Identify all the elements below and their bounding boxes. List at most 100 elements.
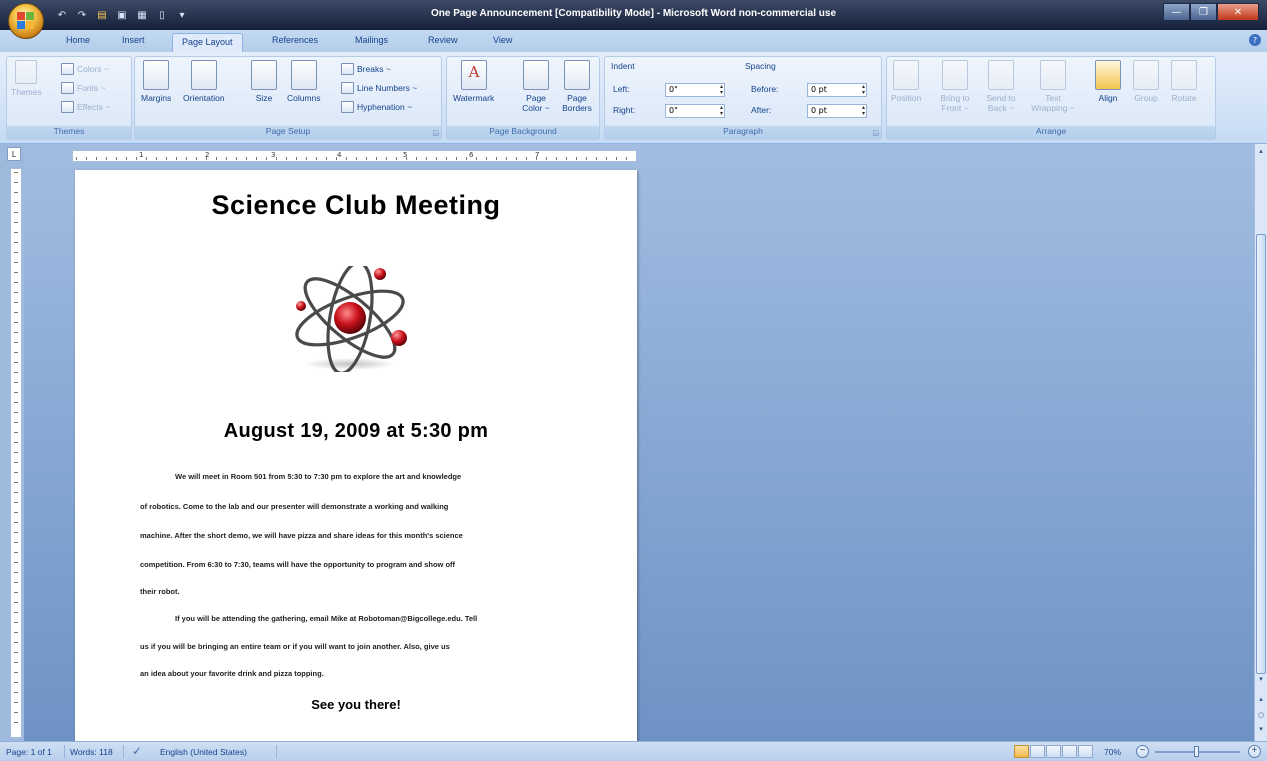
horizontal-ruler[interactable]: 1234567 (72, 150, 637, 162)
ruler-tick (14, 562, 18, 563)
rotate-button[interactable]: Rotate (1171, 60, 1197, 103)
web-layout-view-icon[interactable] (1046, 745, 1061, 758)
spacing-before-value: 0 pt (811, 85, 827, 94)
scrollbar-thumb[interactable] (1256, 234, 1266, 674)
ruler-tick (14, 552, 18, 553)
tab-references[interactable]: References (272, 35, 318, 45)
indent-left-spinner-icon[interactable]: ▴ ▾ (720, 84, 723, 96)
fonts-button[interactable]: Fonts ~ (61, 82, 106, 94)
ruler-tick (14, 172, 18, 173)
ruler-tick (326, 157, 327, 160)
minimize-button[interactable]: — (1163, 3, 1190, 21)
send-to-back-button[interactable]: Send to Back ~ (981, 60, 1021, 113)
ruler-tick (14, 422, 18, 423)
spacing-after-input[interactable]: 0 pt ▴ ▾ (807, 104, 867, 118)
margins-button[interactable]: Margins (141, 60, 171, 103)
zoom-in-button[interactable]: + (1248, 745, 1261, 758)
zoom-slider-thumb[interactable] (1194, 746, 1199, 757)
ruler-tick (516, 157, 517, 160)
spell-check-icon[interactable]: ✓ (132, 744, 142, 758)
print-layout-view-icon[interactable] (1014, 745, 1029, 758)
size-button[interactable]: Size (251, 60, 277, 103)
close-button[interactable]: ✕ (1217, 3, 1259, 21)
group-button[interactable]: Group (1133, 60, 1159, 103)
page-count[interactable]: Page: 1 of 1 (6, 747, 52, 757)
help-icon[interactable]: ? (1249, 34, 1261, 46)
ruler-tick (366, 157, 367, 160)
undo-icon[interactable]: ↶ (54, 7, 70, 23)
indent-right-value: 0" (669, 106, 678, 115)
scroll-down-icon[interactable]: ▾ (1256, 674, 1266, 684)
indent-right-input[interactable]: 0" ▴ ▾ (665, 104, 725, 118)
print-preview-icon[interactable]: ▣ (114, 7, 130, 23)
text-wrapping-button[interactable]: Text Wrapping ~ (1029, 60, 1077, 113)
spacing-after-spinner-icon[interactable]: ▴ ▾ (862, 105, 865, 117)
position-button[interactable]: Position (891, 60, 921, 103)
indent-right-spinner-icon[interactable]: ▴ ▾ (720, 105, 723, 117)
effects-button[interactable]: Effects ~ (61, 101, 110, 113)
draft-view-icon[interactable] (1078, 745, 1093, 758)
office-button[interactable] (8, 3, 44, 39)
vertical-ruler[interactable] (10, 168, 22, 738)
breaks-button[interactable]: Breaks ~ (341, 63, 391, 75)
rotate-label: Rotate (1171, 93, 1197, 103)
new-document-icon[interactable]: ▯ (154, 7, 170, 23)
status-separator (276, 745, 277, 758)
colors-icon (61, 63, 74, 75)
page-borders-button[interactable]: Page Borders (559, 60, 595, 113)
zoom-out-button[interactable]: − (1136, 745, 1149, 758)
page-color-button[interactable]: Page Color ~ (519, 60, 553, 113)
vertical-scrollbar[interactable]: ▴ ▾ ▴ ○ ▾ (1254, 144, 1267, 741)
watermark-button[interactable]: A Watermark (453, 60, 494, 103)
tab-view[interactable]: View (493, 35, 512, 45)
outline-view-icon[interactable] (1062, 745, 1077, 758)
ruler-tick (506, 157, 507, 160)
tab-home[interactable]: Home (66, 35, 90, 45)
themes-button[interactable]: Themes (11, 60, 42, 97)
save-icon[interactable]: ▦ (134, 7, 150, 23)
tab-review[interactable]: Review (428, 35, 458, 45)
full-screen-reading-view-icon[interactable] (1030, 745, 1045, 758)
tab-mailings[interactable]: Mailings (355, 35, 388, 45)
align-icon (1095, 60, 1121, 90)
next-page-icon[interactable]: ▾ (1256, 724, 1266, 734)
redo-icon[interactable]: ↷ (74, 7, 90, 23)
tab-insert[interactable]: Insert (122, 35, 145, 45)
tab-page-layout[interactable]: Page Layout (172, 33, 243, 53)
hyphenation-button[interactable]: Hyphenation ~ (341, 101, 412, 113)
status-bar: Page: 1 of 1 Words: 118 ✓ English (Unite… (0, 741, 1267, 761)
document-page[interactable]: Science Club Meeting August 19, 2009 at … (75, 170, 637, 742)
scroll-up-icon[interactable]: ▴ (1256, 146, 1266, 156)
ruler-tick (14, 192, 18, 193)
maximize-button[interactable]: ❐ (1190, 3, 1217, 21)
ruler-tick (556, 157, 557, 160)
ruler-tick (436, 157, 437, 160)
open-folder-icon[interactable]: ▤ (94, 7, 110, 23)
align-button[interactable]: Align (1095, 60, 1121, 103)
spacing-before-spinner-icon[interactable]: ▴ ▾ (862, 84, 865, 96)
colors-button[interactable]: Colors ~ (61, 63, 109, 75)
fonts-label: Fonts ~ (77, 83, 106, 93)
ruler-tick (246, 157, 247, 160)
customize-qat-icon[interactable]: ▾ (174, 7, 190, 23)
paragraph-dialog-launcher-icon[interactable]: ◲ (872, 129, 879, 137)
bring-to-front-button[interactable]: Bring to Front ~ (935, 60, 975, 113)
ruler-tick (216, 157, 217, 160)
page-setup-dialog-launcher-icon[interactable]: ◲ (432, 129, 439, 137)
ruler-tick (14, 232, 18, 233)
zoom-level[interactable]: 70% (1104, 747, 1121, 757)
language-indicator[interactable]: English (United States) (160, 747, 247, 757)
ruler-number: 4 (337, 151, 342, 159)
line-numbers-label: Line Numbers ~ (357, 83, 418, 93)
ruler-tick (486, 157, 487, 160)
orientation-button[interactable]: Orientation (183, 60, 225, 103)
indent-left-input[interactable]: 0" ▴ ▾ (665, 83, 725, 97)
word-count[interactable]: Words: 118 (70, 747, 113, 757)
paragraph-line: of robotics. Come to the lab and our pre… (140, 502, 449, 511)
previous-page-icon[interactable]: ▴ (1256, 694, 1266, 704)
tab-selector-button[interactable]: L (7, 147, 21, 161)
spacing-before-input[interactable]: 0 pt ▴ ▾ (807, 83, 867, 97)
line-numbers-button[interactable]: Line Numbers ~ (341, 82, 417, 94)
columns-button[interactable]: Columns (287, 60, 321, 103)
select-browse-object-icon[interactable]: ○ (1256, 710, 1266, 720)
